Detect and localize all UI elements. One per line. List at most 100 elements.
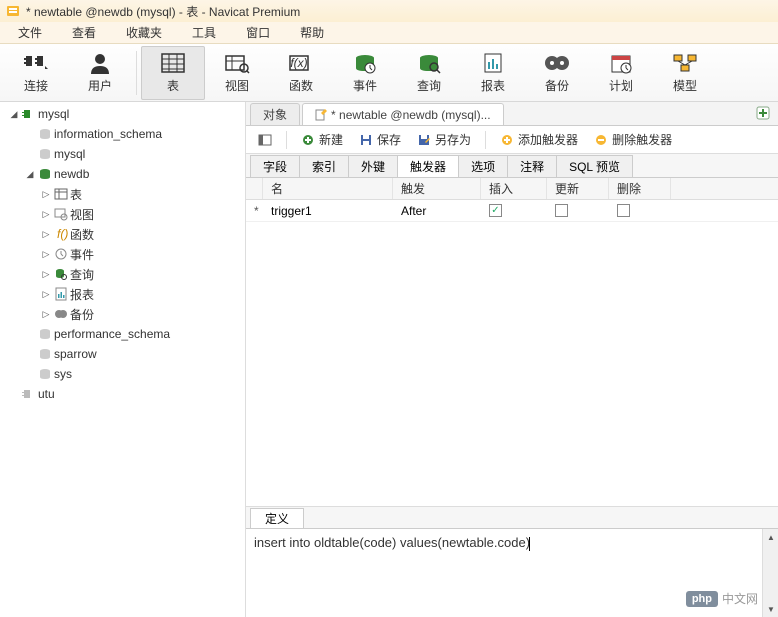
stab-fields[interactable]: 字段 <box>250 155 300 177</box>
stab-comments[interactable]: 注释 <box>507 155 557 177</box>
content-pane: 对象 * newtable @newdb (mysql)... 新建 保存 另存… <box>246 102 778 617</box>
checkbox-icon[interactable] <box>617 204 630 217</box>
tool-backup[interactable]: 备份 <box>525 46 589 100</box>
tool-model[interactable]: 模型 <box>653 46 717 100</box>
database-icon <box>36 147 54 161</box>
expand-icon[interactable]: ▷ <box>40 249 52 260</box>
add-tab-button[interactable] <box>754 104 772 122</box>
toggle-sidebar-button[interactable] <box>252 131 278 149</box>
menu-window[interactable]: 窗口 <box>232 22 284 43</box>
tree-db-sparrow[interactable]: sparrow <box>0 344 245 364</box>
tree-node-view[interactable]: ▷视图 <box>0 204 245 224</box>
tab-objects[interactable]: 对象 <box>250 103 300 125</box>
scroll-down-icon[interactable]: ▼ <box>763 601 778 617</box>
checkbox-checked-icon[interactable]: ✓ <box>489 204 502 217</box>
col-header-insert[interactable]: 插入 <box>481 178 547 199</box>
watermark: php 中文网 <box>686 590 758 607</box>
delete-trigger-icon <box>594 133 608 147</box>
delete-trigger-button[interactable]: 删除触发器 <box>588 129 678 150</box>
tree-db-sys[interactable]: sys <box>0 364 245 384</box>
stab-sql-preview[interactable]: SQL 预览 <box>556 155 633 177</box>
text-cursor <box>529 537 530 551</box>
cell-update[interactable] <box>547 204 609 217</box>
expand-icon[interactable]: ▷ <box>40 189 52 200</box>
tree-db-performance-schema[interactable]: performance_schema <box>0 324 245 344</box>
watermark-text: 中文网 <box>722 590 758 607</box>
menu-help[interactable]: 帮助 <box>286 22 338 43</box>
menu-file[interactable]: 文件 <box>4 22 56 43</box>
tree-conn-utu[interactable]: utu <box>0 384 245 404</box>
stab-foreign-keys[interactable]: 外键 <box>348 155 398 177</box>
tab-definition[interactable]: 定义 <box>250 508 304 528</box>
database-open-icon <box>36 167 54 181</box>
tool-user[interactable]: 用户 <box>68 46 132 100</box>
col-header-name[interactable]: 名 <box>263 178 393 199</box>
query-small-icon <box>52 267 70 281</box>
expand-icon[interactable]: ▷ <box>40 229 52 240</box>
checkbox-icon[interactable] <box>555 204 568 217</box>
expand-icon[interactable]: ▷ <box>40 269 52 280</box>
tool-function[interactable]: f(x) 函数 <box>269 46 333 100</box>
menu-favorites[interactable]: 收藏夹 <box>112 22 176 43</box>
plus-green-icon <box>301 133 315 147</box>
expand-icon[interactable]: ▷ <box>40 289 52 300</box>
expand-icon[interactable]: ▷ <box>40 309 52 320</box>
col-header-trigger[interactable]: 触发 <box>393 178 481 199</box>
tree-conn-mysql[interactable]: ◢ mysql <box>0 104 245 124</box>
menu-view[interactable]: 查看 <box>58 22 110 43</box>
report-small-icon <box>52 287 70 301</box>
grid-empty-area[interactable] <box>246 222 778 507</box>
stab-indexes[interactable]: 索引 <box>299 155 349 177</box>
view-small-icon <box>52 207 70 221</box>
cell-name[interactable]: trigger1 <box>263 204 393 218</box>
scrollbar[interactable]: ▲ ▼ <box>762 529 778 617</box>
tool-table[interactable]: 表 <box>141 46 205 100</box>
database-icon <box>36 347 54 361</box>
definition-tab-strip: 定义 <box>246 507 778 529</box>
cell-insert[interactable]: ✓ <box>481 204 547 217</box>
tree-node-backup[interactable]: ▷备份 <box>0 304 245 324</box>
stab-options[interactable]: 选项 <box>458 155 508 177</box>
connection-tree[interactable]: ◢ mysql information_schema mysql ◢newdb … <box>0 102 246 617</box>
schedule-icon <box>607 51 635 75</box>
toolbar-separator <box>136 51 137 95</box>
event-icon <box>351 51 379 75</box>
tool-report[interactable]: 报表 <box>461 46 525 100</box>
tool-query[interactable]: 查询 <box>397 46 461 100</box>
cell-delete[interactable] <box>609 204 671 217</box>
app-icon <box>6 4 20 18</box>
scroll-up-icon[interactable]: ▲ <box>763 529 778 545</box>
save-as-button[interactable]: 另存为 <box>411 129 477 150</box>
function-icon: f(x) <box>287 51 315 75</box>
add-trigger-button[interactable]: 添加触发器 <box>494 129 584 150</box>
add-trigger-icon <box>500 133 514 147</box>
tree-node-function[interactable]: ▷f()函数 <box>0 224 245 244</box>
collapse-icon[interactable]: ◢ <box>24 169 36 180</box>
tree-db-mysql[interactable]: mysql <box>0 144 245 164</box>
tree-node-table[interactable]: ▷表 <box>0 184 245 204</box>
database-icon <box>36 367 54 381</box>
tree-db-newdb[interactable]: ◢newdb <box>0 164 245 184</box>
svg-text:f(): f() <box>57 227 68 241</box>
menu-tools[interactable]: 工具 <box>178 22 230 43</box>
stab-triggers[interactable]: 触发器 <box>397 155 459 177</box>
col-header-delete[interactable]: 删除 <box>609 178 671 199</box>
new-button[interactable]: 新建 <box>295 129 349 150</box>
expand-icon[interactable]: ▷ <box>40 209 52 220</box>
cell-when[interactable]: After <box>393 204 481 218</box>
tool-schedule[interactable]: 计划 <box>589 46 653 100</box>
save-button[interactable]: 保存 <box>353 129 407 150</box>
section-tab-strip: 字段 索引 外键 触发器 选项 注释 SQL 预览 <box>246 154 778 178</box>
window-title: * newtable @newdb (mysql) - 表 - Navicat … <box>26 3 300 20</box>
tree-db-information-schema[interactable]: information_schema <box>0 124 245 144</box>
tree-node-event[interactable]: ▷事件 <box>0 244 245 264</box>
collapse-icon[interactable]: ◢ <box>8 109 20 120</box>
tab-editor[interactable]: * newtable @newdb (mysql)... <box>302 103 504 125</box>
tool-view[interactable]: 视图 <box>205 46 269 100</box>
trigger-row[interactable]: * trigger1 After ✓ <box>246 200 778 222</box>
tree-node-query[interactable]: ▷查询 <box>0 264 245 284</box>
col-header-update[interactable]: 更新 <box>547 178 609 199</box>
tool-event[interactable]: 事件 <box>333 46 397 100</box>
tool-connect[interactable]: 连接 <box>4 46 68 100</box>
tree-node-report[interactable]: ▷报表 <box>0 284 245 304</box>
